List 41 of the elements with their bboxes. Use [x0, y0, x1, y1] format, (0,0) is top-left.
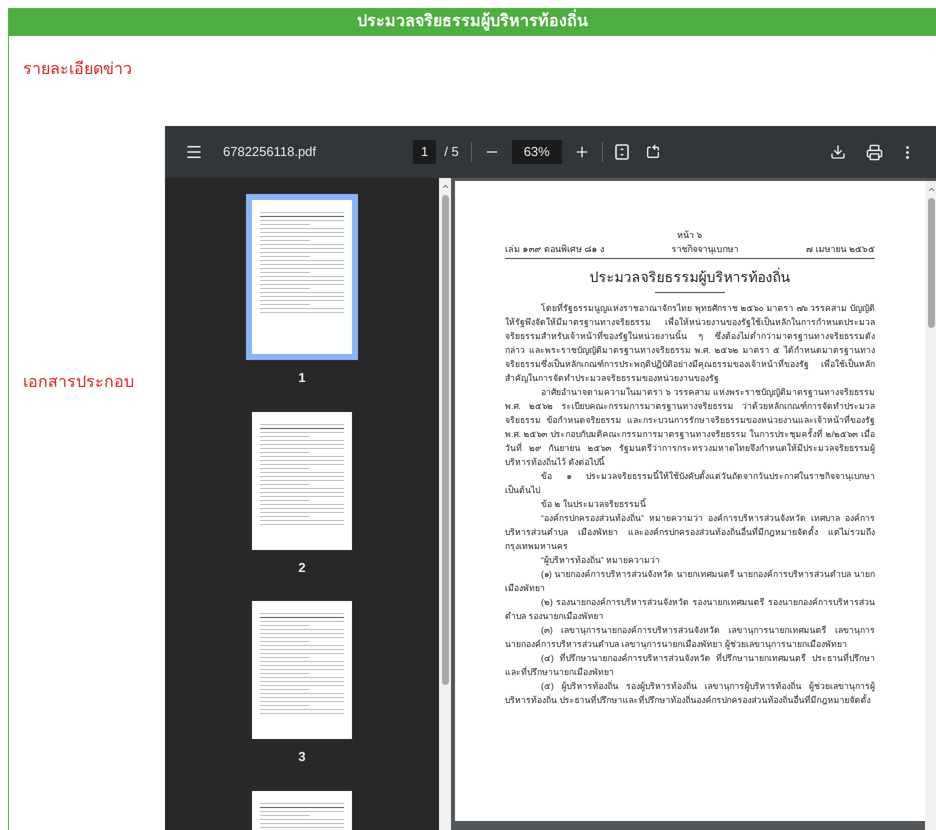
page-thumbnail[interactable] — [252, 601, 352, 739]
page-number-label: 2 — [298, 558, 306, 576]
scrollbar[interactable] — [925, 181, 936, 830]
gazette-name: ราชกิจจานุเบกษา — [672, 242, 738, 256]
gazette-volume: เล่ม ๑๓๙ ตอนพิเศษ ๘๑ ง — [505, 242, 604, 256]
page-number-label: 1 — [298, 369, 306, 387]
print-icon[interactable] — [866, 144, 883, 160]
document-paragraph: (๕) ผู้บริหารท้องถิ่น รองผู้บริหารท้องถิ่น เลขานุการผู้บริหารท้องถิ่น ผู้ช่วยเลขานุการผู้บริหารท้องถิ่น ประธานที่ปรึกษาและที่ปรึกษาท้องถิ่นองค์กรปกครองส่วนท้องถิ่นอื่นที่มีกฎหมายจัดตั้ง — [505, 679, 875, 707]
page-thumbnail[interactable] — [252, 412, 352, 550]
scroll-up-icon[interactable] — [440, 182, 450, 191]
document-paragraph: ข้อ ๒ ในประมวลจริยธรรมนี้ — [540, 497, 648, 511]
document-paragraph: (๔) ที่ปรึกษานายกองค์การบริหารส่วนจังหวัด ที่ปรึกษานายกเทศมนตรี ประธานที่ปรึกษาและที่ปรึกษานายกเมืองพัทยา — [505, 651, 875, 679]
gazette-date: ๗ เมษายน ๒๕๖๕ — [806, 242, 875, 256]
download-icon[interactable] — [830, 144, 846, 160]
attachment-label: เอกสารประกอบ — [23, 373, 134, 393]
page-number-input[interactable]: 1 — [413, 140, 436, 164]
fit-page-icon[interactable] — [614, 144, 629, 160]
scrollbar-thumb[interactable] — [442, 195, 448, 685]
document-paragraph: (๓) เลขานุการนายกองค์การบริหารส่วนจังหวัด เลขานุการนายกเทศมนตรี เลขานุการนายกองค์การบริหารส่วนตำบล เลขานุการนายกเมืองพัทยา ผู้ช่วยเลขานุการนายกเมืองพัทยา — [505, 624, 875, 651]
scroll-up-icon[interactable] — [926, 185, 936, 194]
document-paragraph: ข้อ ๑ ประมวลจริยธรรมนี้ให้ใช้บังคับตั้งแต่วันถัดจากวันประกาศในราชกิจจานุเบกษาเป็นต้นไป — [505, 469, 875, 497]
zoom-input[interactable]: 63% — [512, 140, 562, 164]
page-number-label: 3 — [298, 748, 306, 766]
news-details-label: รายละเอียดข่าว — [23, 61, 132, 78]
page-count: / 5 — [444, 143, 459, 162]
rotate-icon[interactable] — [644, 144, 661, 160]
document-paragraph: “องค์กรปกครองส่วนท้องถิ่น” หมายความว่า องค์การบริหารส่วนจังหวัด เทศบาล องค์การบริหารส่วนตำบล เมืองพัทยา และองค์กรปกครองส่วนท้องถิ่นอื่นที่มีกฎหมายจัดตั้ง แต่ไม่รวมถึงกรุงเทพมหานคร — [505, 511, 875, 553]
menu-icon[interactable] — [185, 143, 203, 161]
document-paragraph: โดยที่รัฐธรรมนูญแห่งราชอาณาจักรไทย พุทธศักราช ๒๕๖๐ มาตรา ๗๖ วรรคสาม บัญญัติให้รัฐพึงจัดให้มีมาตรฐานทางจริยธรรม เพื่อให้หน่วยงานของรัฐใช้เป็นหลักในการกำหนดประมวลจริยธรรมสำหรับเจ้าหน้าที่ของรัฐในหน่วยงานนั้น ๆ ซึ่งต้องไม่ต่ำกว่ามาตรฐานทางจริยธรรมดังกล่าว และพระราชบัญญัติมาตรฐานทางจริยธรรม พ.ศ. ๒๕๖๒ มาตรา ๕ ได้กำหนดมาตรฐานทางจริยธรรมซึ่งเป็นหลักเกณฑ์การประพฤติปฏิบัติอย่างมีคุณธรรมของเจ้าหน้าที่ของรัฐ เพื่อใช้เป็นหลักสำคัญในการจัดทำประมวลจริยธรรมของหน่วยงานของรัฐ — [505, 301, 875, 385]
scrollbar[interactable] — [439, 178, 451, 830]
document-title: ประมวลจริยธรรมผู้บริหารท้องถิ่น — [588, 267, 792, 288]
document-paragraph: “ผู้บริหารท้องถิ่น” หมายความว่า — [540, 553, 662, 567]
document-paragraph: (๒) รองนายกองค์การบริหารส่วนจังหวัด รองนายกเทศมนตรี รองนายกองค์การบริหารส่วนตำบล รองนายกเมืองพัทยา — [505, 596, 875, 623]
page-title: ประมวลจริยธรรมผู้บริหารท้องถิ่น — [357, 10, 588, 34]
file-name: 6782256118.pdf — [223, 143, 318, 162]
page-header-number: หน้า ๖ — [676, 229, 704, 242]
scrollbar-thumb[interactable] — [928, 198, 934, 328]
document-paragraph: (๑) นายกองค์การบริหารส่วนจังหวัด นายกเทศมนตรี นายกองค์การบริหารส่วนตำบล นายกเมืองพัทยา — [505, 568, 875, 595]
document-paragraph: อาศัยอำนาจตามความในมาตรา ๖ วรรคสาม แห่งพระราชบัญญัติมาตรฐานทางจริยธรรม พ.ศ. ๒๕๖๒ ระเบียบคณะกรรมการมาตรฐานทางจริยธรรม ว่าด้วยหลักเกณฑ์การจัดทำประมวลจริยธรรม ข้อกำหนดจริยธรรม และกระบวนการรักษาจริยธรรมของหน่วยงานและเจ้าหน้าที่ของรัฐ พ.ศ. ๒๕๖๓ ประกอบกับมติคณะกรรมการมาตรฐานทางจริยธรรม ในการประชุมครั้งที่ ๒/๒๕๖๓ เมื่อวันที่ ๒๙ กันยายน ๒๕๖๓ รัฐมนตรีว่าการกระทรวงมหาดไทยจึงกำหนดให้มีประมวลจริยธรรมผู้บริหารท้องถิ่นไว้ ดังต่อไปนี้ — [505, 386, 875, 469]
page-thumbnail[interactable] — [246, 194, 358, 360]
zoom-in-icon[interactable] — [574, 144, 590, 160]
